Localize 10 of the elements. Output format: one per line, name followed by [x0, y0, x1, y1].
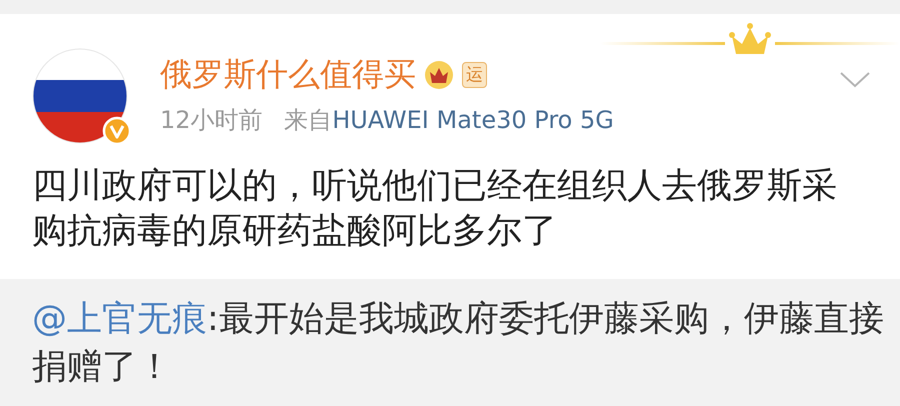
source-label: 来自: [284, 106, 332, 134]
avatar-flag-icon[interactable]: [32, 48, 128, 144]
author-name[interactable]: 俄罗斯什么值得买: [160, 53, 416, 97]
post-text: 四川政府可以的，听说他们已经在组织人去俄罗斯采购抗病毒的原研药盐酸阿比多尔了: [31, 165, 838, 253]
crown-icon: [422, 60, 456, 90]
post-time: 12小时前: [160, 106, 263, 134]
level-badge: 运: [462, 62, 487, 88]
device-link[interactable]: HUAWEI Mate30 Pro 5G: [332, 106, 614, 134]
mention-link[interactable]: @上官无痕: [32, 299, 207, 339]
retweet-text: @上官无痕:最开始是我城政府委托伊藤采购，伊藤直接捐赠了！: [32, 298, 885, 389]
